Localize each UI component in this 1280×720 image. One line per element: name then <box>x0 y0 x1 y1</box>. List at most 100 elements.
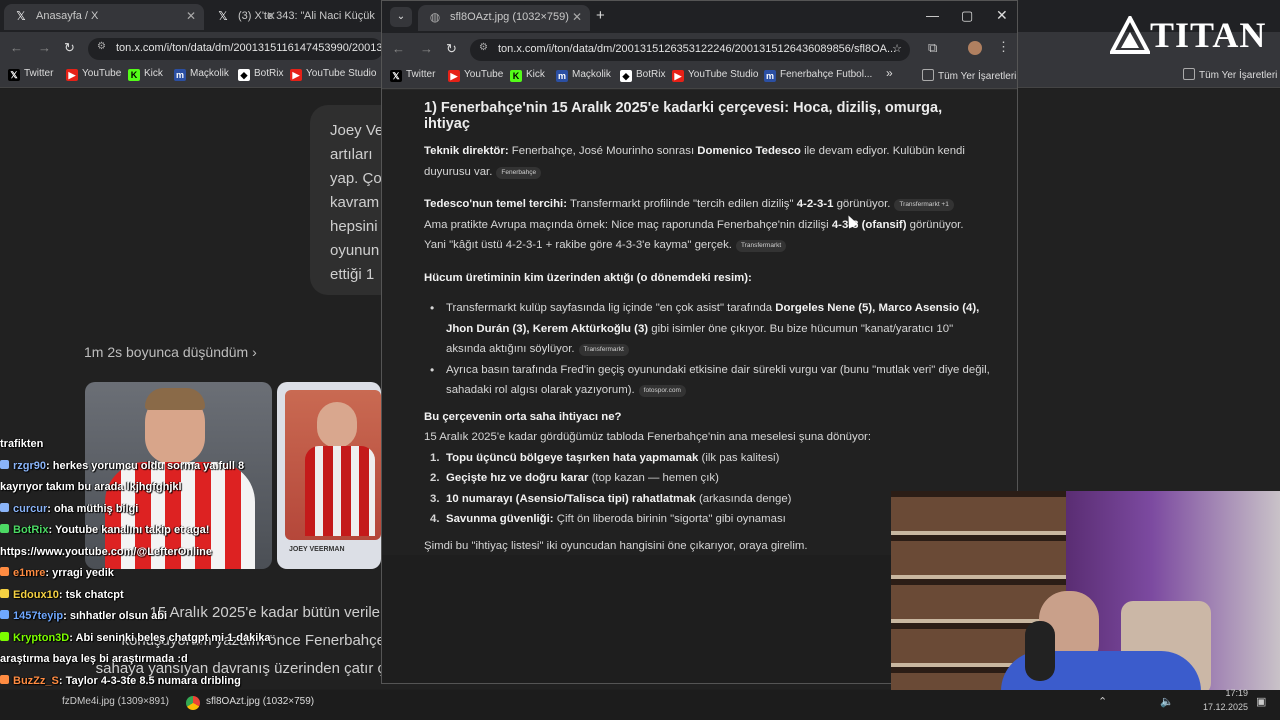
reload-icon[interactable]: ↻ <box>446 41 457 57</box>
chat-message: trafikten <box>0 434 285 456</box>
text: Transfermarkt profilinde "tercih edilen … <box>567 198 797 210</box>
chat-username: 1457teyip <box>13 610 64 622</box>
tab-label: sfl8OAzt.jpg (1032×759) <box>450 11 569 23</box>
chat-message: https://www.youtube.com/@LefterOnline <box>0 542 285 564</box>
close-icon[interactable]: ✕ <box>186 9 196 23</box>
bookmark-twitter[interactable]: 𝕏 Twitter <box>8 68 53 81</box>
chat-text: : Taylor 4-3-3te 8.5 numara dribling <box>58 674 241 687</box>
profile-avatar[interactable] <box>968 41 982 55</box>
taskbar-item[interactable]: sfl8OAzt.jpg (1032×759) <box>206 696 314 707</box>
taskbar-item[interactable]: fzDMe4i.jpg (1309×891) <box>62 696 169 707</box>
list-index: 2. <box>430 472 440 484</box>
logo-text: TITAN <box>1150 15 1267 55</box>
back-arrow-icon[interactable]: ← <box>392 41 405 56</box>
close-icon[interactable]: ✕ <box>572 10 582 24</box>
bookmark-mackolik[interactable]: m Maçkolik <box>174 68 229 81</box>
subheading: Hücum üretiminin kim üzerinden aktığı (o… <box>424 271 752 284</box>
tab-x-dm[interactable]: 𝕏 (3) X'te 343: " ✕ Ali Naci Küçük <box>206 4 376 30</box>
tab-anasayfa[interactable]: 𝕏 Anasayfa / X ✕ <box>4 4 204 30</box>
text: (ilk pas kalitesi) <box>698 451 780 464</box>
screenshot-image: 1) Fenerbahçe'nin 15 Aralık 2025'e kadar… <box>382 90 1017 555</box>
chat-badge-icon <box>0 459 9 469</box>
chat-badge-icon <box>0 631 9 641</box>
front-url-field[interactable]: ⚙ ton.x.com/i/ton/data/dm/20013151263531… <box>470 39 910 61</box>
taskbar: fzDMe4i.jpg (1309×891) sfl8OAzt.jpg (103… <box>0 688 1280 720</box>
more-bookmarks-button[interactable]: » <box>886 66 893 80</box>
bold-text: Topu üçüncü bölgeye taşırken hata yapmam… <box>446 451 699 464</box>
chat-username: curcur <box>13 502 48 515</box>
forward-arrow-icon[interactable]: → <box>420 41 433 56</box>
close-icon[interactable]: ✕ <box>266 9 276 23</box>
bookmark-label: Kick <box>144 68 163 79</box>
bookmark-kick[interactable]: K Kick <box>510 69 545 82</box>
x-logo-icon: 𝕏 <box>16 9 26 23</box>
all-bookmarks[interactable]: Tüm Yer İşaretleri <box>1183 68 1277 81</box>
list-item: 2. Geçişte hız ve doğru karar (top kazan … <box>424 468 991 489</box>
source-chip: Transfermarkt <box>578 344 629 356</box>
tab-image[interactable]: ◍ sfl8OAzt.jpg (1032×759) ✕ <box>418 5 590 31</box>
bookmark-youtube-studio[interactable]: ▶ YouTube Studio <box>290 68 376 81</box>
thinking-toggle[interactable]: 1m 2s boyunca düşündüm › <box>84 344 257 360</box>
clock-date[interactable]: 17.12.2025 <box>1198 702 1248 712</box>
chat-text: : oha müthiş bilgi <box>47 502 139 515</box>
card-player-name: JOEY VEERMAN <box>289 546 345 553</box>
forward-arrow-icon[interactable]: → <box>38 40 51 55</box>
text: Transfermarkt kulüp sayfasında lig içind… <box>446 302 776 314</box>
back-url-field[interactable]: ⚙ ton.x.com/i/ton/data/dm/20013151161474… <box>88 38 383 60</box>
player-card[interactable]: JOEY VEERMAN <box>277 382 381 569</box>
new-tab-button[interactable]: + <box>596 7 605 24</box>
reload-icon[interactable]: ↻ <box>64 40 75 56</box>
all-bookmarks[interactable]: Tüm Yer İşaretleri <box>922 69 1016 82</box>
kick-icon: K <box>128 69 140 81</box>
bookmark-kick[interactable]: K Kick <box>128 68 163 81</box>
minimize-icon[interactable]: — <box>926 8 939 23</box>
window-close-icon[interactable]: ✕ <box>996 7 1008 24</box>
chat-username: rzgr90 <box>13 459 47 472</box>
bookmark-label: Twitter <box>24 68 54 79</box>
chat-badge-icon <box>0 502 9 512</box>
paragraph: 15 Aralık 2025'e kadar gördüğümüz tablod… <box>424 431 871 443</box>
tab-search-icon[interactable]: ⌄ <box>390 7 412 27</box>
notification-icon[interactable]: ▣ <box>1256 695 1266 708</box>
chat-badge-icon <box>0 588 9 598</box>
bookmark-youtube-studio[interactable]: ▶ YouTube Studio <box>672 69 758 82</box>
bookmark-twitter[interactable]: 𝕏 Twitter <box>390 69 435 82</box>
chat-message: 1457teyip: sıhhatler olsun abi <box>0 606 285 628</box>
menu-icon[interactable]: ⋮ <box>997 39 1010 55</box>
chrome-icon <box>186 696 200 710</box>
text: Çift ön liberoda birinin "sigorta" gibi … <box>553 513 786 525</box>
clock-time[interactable]: 17:19 <box>1198 688 1248 698</box>
youtube-icon: ▶ <box>66 69 78 81</box>
back-arrow-icon[interactable]: ← <box>10 40 23 55</box>
extensions-icon[interactable]: ⧉ <box>928 40 937 56</box>
chat-message: Edoux10: tsk chatcpt <box>0 585 285 607</box>
chevron-up-icon[interactable]: ⌃ <box>1098 695 1107 708</box>
maximize-icon[interactable]: ▢ <box>961 8 973 24</box>
bold-text: Savunma güvenliği: <box>446 513 554 525</box>
bookmark-botrix[interactable]: ◆ BotRix <box>620 69 665 82</box>
site-info-icon: ⚙ <box>479 42 488 53</box>
x-logo-icon: 𝕏 <box>8 69 20 81</box>
tab-label: Anasayfa / X <box>36 10 99 22</box>
bookmark-botrix[interactable]: ◆ BotRix <box>238 68 283 81</box>
bookmark-fenerbahce[interactable]: m Fenerbahçe Futbol... <box>764 69 872 82</box>
chat-message: BuzZz_S: Taylor 4-3-3te 8.5 numara dribl… <box>0 671 285 693</box>
bullet-list: Transfermarkt kulüp sayfasında lig içind… <box>424 298 991 401</box>
star-icon[interactable]: ☆ <box>892 42 902 55</box>
chat-username: Krypton3D <box>13 631 70 644</box>
bookmark-mackolik[interactable]: m Maçkolik <box>556 69 611 82</box>
chat-username: e1mre <box>13 567 46 579</box>
globe-icon: ◍ <box>429 10 441 24</box>
x-logo-icon: 𝕏 <box>218 9 228 23</box>
bookmark-youtube[interactable]: ▶ YouTube <box>66 68 121 81</box>
paragraph-coach: Teknik direktör: Fenerbahçe, José Mourin… <box>424 141 991 182</box>
youtube-icon: ▶ <box>448 70 460 82</box>
chat-text: : herkes yorumcu oldu sorma ya.full 8 <box>46 459 245 472</box>
source-chip: fotospor.com <box>638 385 686 397</box>
volume-icon[interactable]: 🔈 <box>1160 695 1174 708</box>
bookmark-label: BotRix <box>636 69 666 80</box>
list-item: Transfermarkt kulüp sayfasında lig içind… <box>424 298 991 360</box>
bookmark-youtube[interactable]: ▶ YouTube <box>448 69 503 82</box>
folder-icon <box>1183 68 1195 80</box>
list-item: Ayrıca basın tarafında Fred'in geçiş oyu… <box>424 360 991 401</box>
